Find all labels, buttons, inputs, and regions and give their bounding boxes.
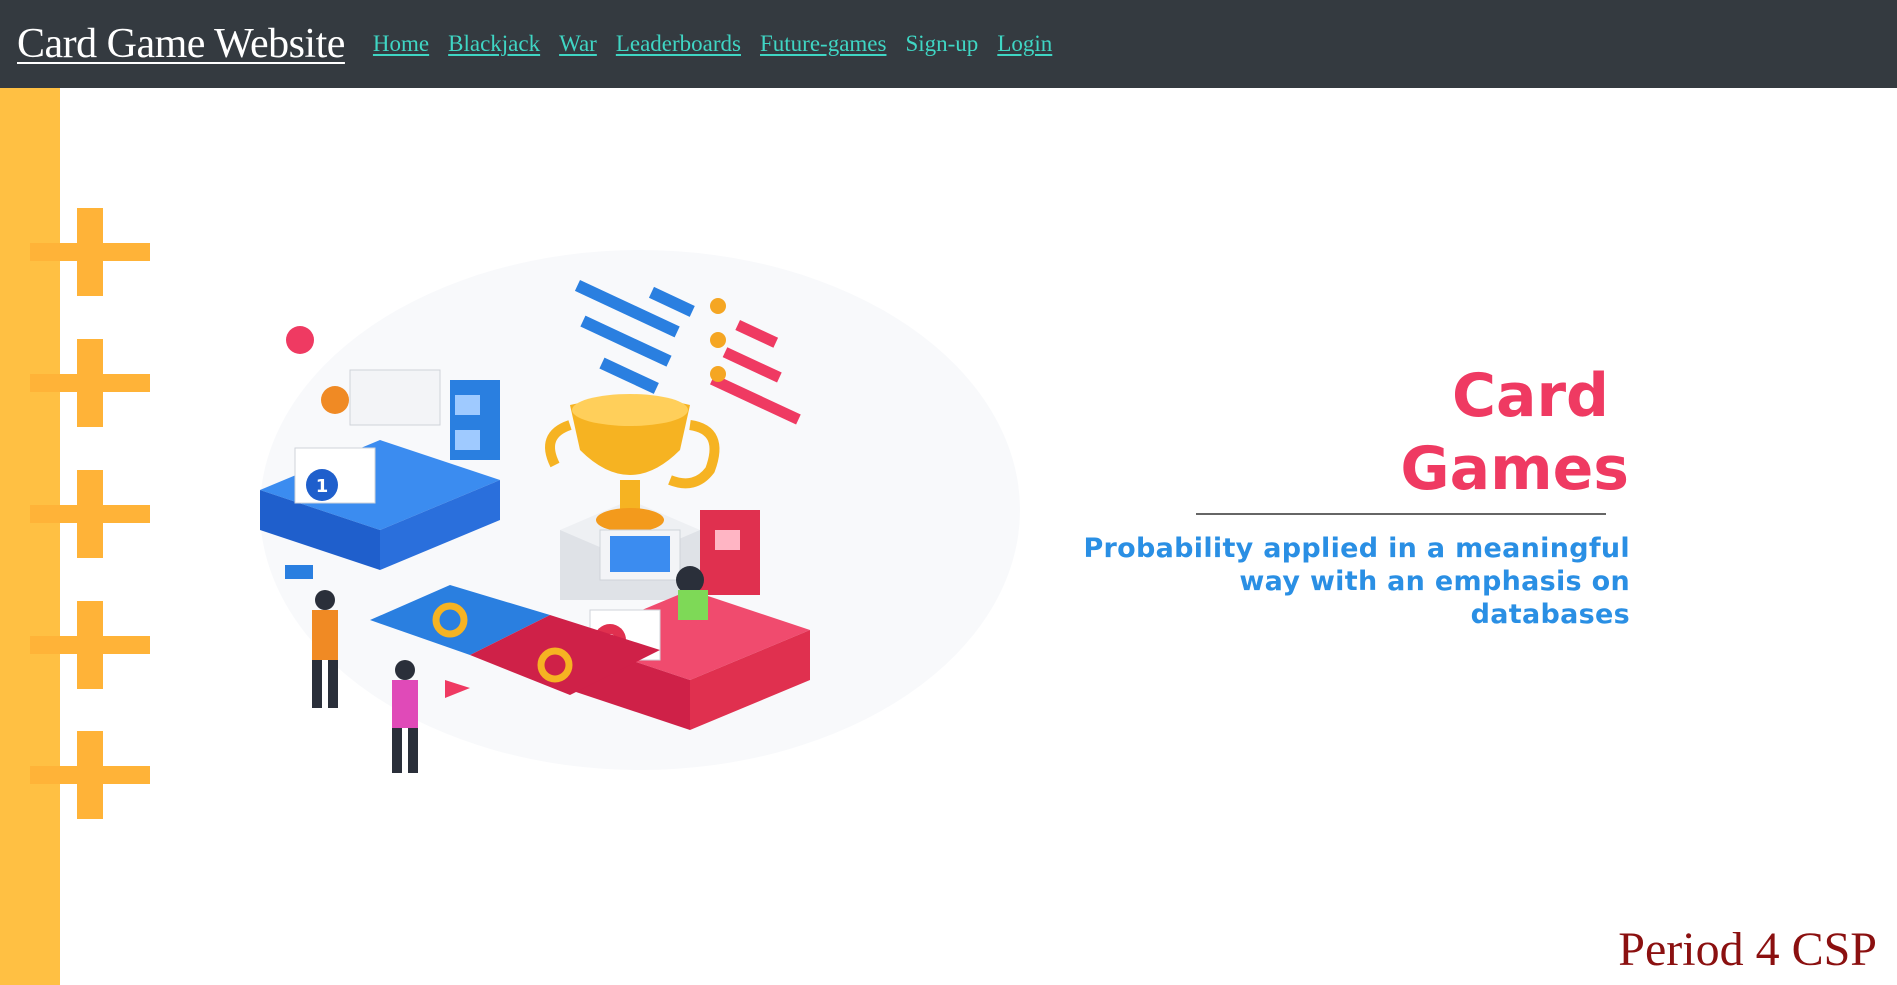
trophy-competition-illustration-icon: 1 2 xyxy=(260,250,1020,773)
nav-link-sign-up[interactable]: Sign-up xyxy=(905,31,978,57)
nav-links: Home Blackjack War Leaderboards Future-g… xyxy=(373,31,1052,57)
hero-illustration: 1 2 xyxy=(240,210,1040,800)
nav-link-blackjack[interactable]: Blackjack xyxy=(448,31,540,57)
nav-link-login[interactable]: Login xyxy=(997,31,1052,57)
hero-title: Card Games xyxy=(1229,360,1629,506)
hero-subtitle: Probability applied in a meaningful way … xyxy=(990,532,1630,631)
nav-link-future-games[interactable]: Future-games xyxy=(760,31,886,57)
footer-tag: Period 4 CSP xyxy=(1618,923,1877,976)
plus-icon xyxy=(30,470,150,558)
plus-icon xyxy=(30,339,150,427)
nav-link-war[interactable]: War xyxy=(559,31,597,57)
nav-link-leaderboards[interactable]: Leaderboards xyxy=(616,31,741,57)
hero-subtitle-line2: way with an emphasis on xyxy=(1239,566,1630,597)
hero-divider xyxy=(1196,513,1606,515)
nav-link-home[interactable]: Home xyxy=(373,31,429,57)
hero-title-line1: Card xyxy=(1451,361,1609,431)
plus-icon xyxy=(30,731,150,819)
hero-subtitle-line3: databases xyxy=(1470,599,1630,630)
hero-subtitle-line1: Probability applied in a meaningful xyxy=(1083,533,1630,564)
brand-link[interactable]: Card Game Website xyxy=(17,20,345,68)
plus-icon xyxy=(30,601,150,689)
navbar: Card Game Website Home Blackjack War Lea… xyxy=(0,0,1897,88)
plus-icon xyxy=(30,208,150,296)
hero-title-line2: Games xyxy=(1400,434,1629,504)
podium-label-1: 1 xyxy=(316,476,329,497)
